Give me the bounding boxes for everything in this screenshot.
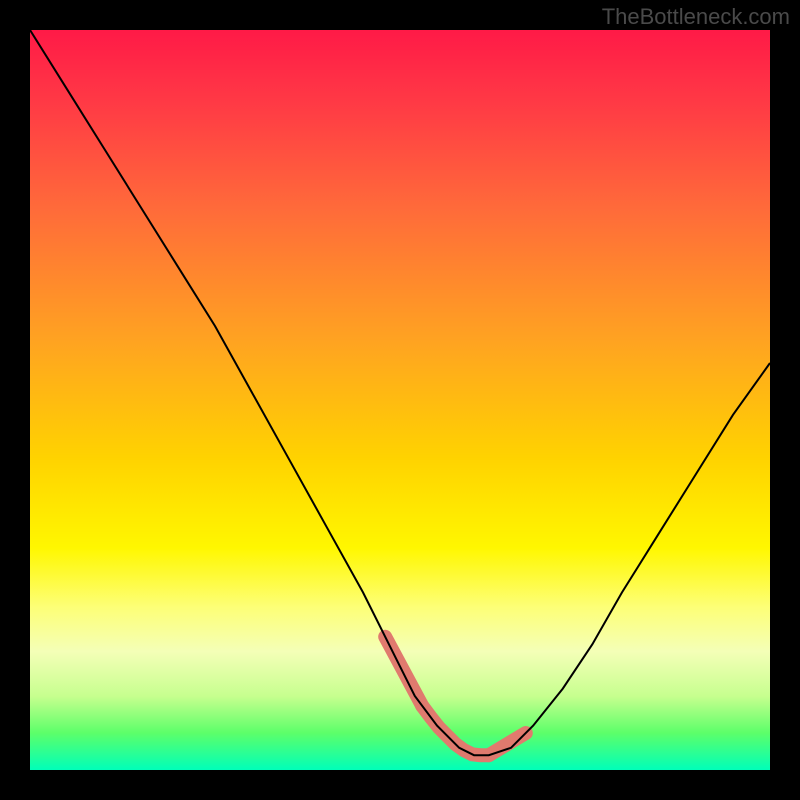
optimal-marker-flat [422, 706, 489, 755]
bottleneck-curve [30, 30, 770, 755]
watermark-text: TheBottleneck.com [602, 4, 790, 30]
plot-area [30, 30, 770, 770]
optimal-marker-right [489, 733, 526, 755]
chart-svg [30, 30, 770, 770]
